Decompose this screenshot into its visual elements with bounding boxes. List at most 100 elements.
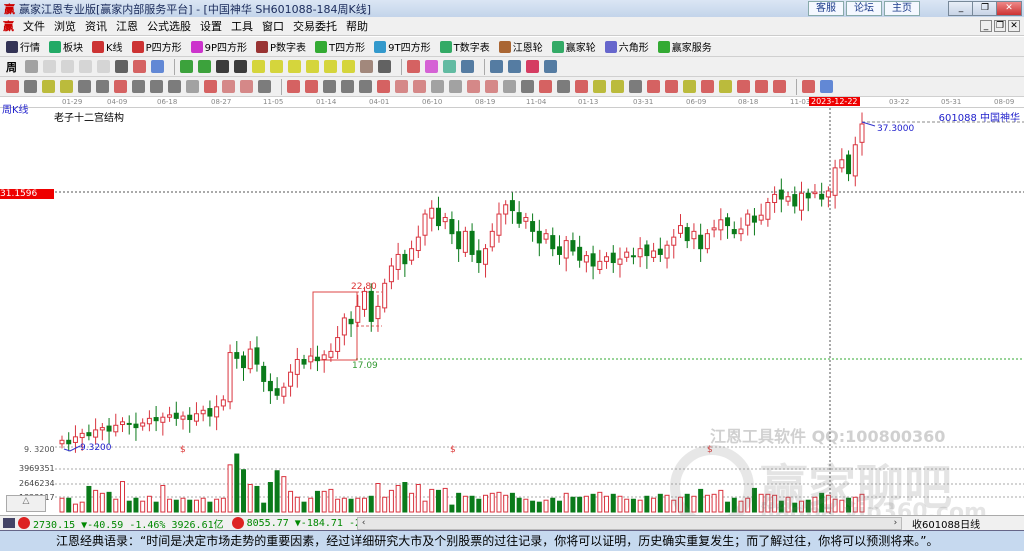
tool-icon[interactable] xyxy=(407,60,420,73)
tool-icon[interactable] xyxy=(557,80,570,93)
tool-icon[interactable] xyxy=(342,60,355,73)
menu-item[interactable]: 江恩 xyxy=(116,18,138,34)
toolbar-button[interactable]: 赢家轮 xyxy=(551,39,596,54)
toolbar-button[interactable]: 六角形 xyxy=(604,39,649,54)
toolbar-button[interactable]: 行情 xyxy=(6,39,40,54)
tool-icon[interactable] xyxy=(341,80,354,93)
tool-icon[interactable] xyxy=(485,80,498,93)
kline-chart[interactable]: 周K线 老子十二宫结构 601088 中国神华 31.1596 37.3000 … xyxy=(0,105,1024,529)
menu-item[interactable]: 工具 xyxy=(231,18,253,34)
tool-icon[interactable] xyxy=(270,60,283,73)
forum-button[interactable]: 论坛 xyxy=(846,1,882,16)
tool-icon[interactable] xyxy=(508,60,521,73)
tool-icon[interactable] xyxy=(234,60,247,73)
tool-icon[interactable] xyxy=(665,80,678,93)
tool-icon[interactable] xyxy=(168,80,181,93)
tool-icon[interactable] xyxy=(24,80,37,93)
tool-icon[interactable] xyxy=(186,80,199,93)
tool-icon[interactable] xyxy=(323,80,336,93)
daily-line-link[interactable]: 收601088日线 xyxy=(912,516,980,531)
menu-item[interactable]: 帮助 xyxy=(346,18,368,34)
tool-icon[interactable] xyxy=(425,60,438,73)
tool-icon[interactable] xyxy=(61,60,74,73)
tool-icon[interactable] xyxy=(222,80,235,93)
tool-icon[interactable] xyxy=(79,60,92,73)
tool-icon[interactable] xyxy=(378,60,391,73)
menu-item[interactable]: 窗口 xyxy=(262,18,284,34)
tool-icon[interactable] xyxy=(216,60,229,73)
tool-icon[interactable] xyxy=(629,80,642,93)
toolbar-button[interactable]: 9P四方形 xyxy=(190,39,247,54)
tool-icon[interactable] xyxy=(443,60,456,73)
tool-icon[interactable] xyxy=(719,80,732,93)
tool-icon[interactable] xyxy=(60,80,73,93)
tool-icon[interactable] xyxy=(42,80,55,93)
tool-icon[interactable] xyxy=(115,60,128,73)
homepage-button[interactable]: 主页 xyxy=(884,1,920,16)
tool-icon[interactable] xyxy=(395,80,408,93)
tool-icon[interactable] xyxy=(431,80,444,93)
expand-panel-button[interactable]: △ xyxy=(6,495,46,512)
tool-icon[interactable] xyxy=(461,60,474,73)
tool-icon[interactable] xyxy=(490,60,503,73)
menu-item[interactable]: 交易委托 xyxy=(293,18,337,34)
tool-icon[interactable] xyxy=(180,60,193,73)
tool-icon[interactable] xyxy=(521,80,534,93)
menu-item[interactable]: 文件 xyxy=(23,18,45,34)
tool-icon[interactable] xyxy=(539,80,552,93)
tool-icon[interactable] xyxy=(503,80,516,93)
tool-icon[interactable] xyxy=(198,60,211,73)
tool-icon[interactable] xyxy=(96,80,109,93)
tool-icon[interactable] xyxy=(467,80,480,93)
toolbar-button[interactable]: 江恩轮 xyxy=(498,39,543,54)
tool-icon[interactable] xyxy=(133,60,146,73)
tool-icon[interactable] xyxy=(359,80,372,93)
menu-item[interactable]: 公式选股 xyxy=(147,18,191,34)
tool-icon[interactable] xyxy=(647,80,660,93)
period-select[interactable]: 周 xyxy=(6,59,17,75)
tool-icon[interactable] xyxy=(258,80,271,93)
tool-icon[interactable] xyxy=(288,60,301,73)
restore-button[interactable]: ❐ xyxy=(972,1,998,16)
menu-item[interactable]: 设置 xyxy=(200,18,222,34)
tool-icon[interactable] xyxy=(737,80,750,93)
menu-item[interactable]: 浏览 xyxy=(54,18,76,34)
menu-item[interactable]: 资讯 xyxy=(85,18,107,34)
customer-service-button[interactable]: 客服 xyxy=(808,1,844,16)
tool-icon[interactable] xyxy=(306,60,319,73)
tool-icon[interactable] xyxy=(287,80,300,93)
tool-icon[interactable] xyxy=(114,80,127,93)
close-button[interactable]: ✕ xyxy=(996,1,1022,16)
tool-icon[interactable] xyxy=(305,80,318,93)
tool-icon[interactable] xyxy=(324,60,337,73)
tool-icon[interactable] xyxy=(611,80,624,93)
calculator-icon[interactable] xyxy=(3,518,15,528)
toolbar-button[interactable]: 9T四方形 xyxy=(374,39,431,54)
tool-icon[interactable] xyxy=(151,60,164,73)
tool-icon[interactable] xyxy=(97,60,110,73)
tool-icon[interactable] xyxy=(360,60,373,73)
tool-icon[interactable] xyxy=(150,80,163,93)
tool-icon[interactable] xyxy=(755,80,768,93)
tool-icon[interactable] xyxy=(701,80,714,93)
minimize-button[interactable]: _ xyxy=(948,1,974,16)
tool-icon[interactable] xyxy=(526,60,539,73)
tool-icon[interactable] xyxy=(78,80,91,93)
mdi-minimize-button[interactable]: _ xyxy=(980,20,992,32)
tool-icon[interactable] xyxy=(25,60,38,73)
tool-icon[interactable] xyxy=(449,80,462,93)
mdi-restore-button[interactable]: ❐ xyxy=(994,20,1006,32)
toolbar-button[interactable]: P四方形 xyxy=(131,39,182,54)
tool-icon[interactable] xyxy=(820,80,833,93)
tool-icon[interactable] xyxy=(240,80,253,93)
tool-icon[interactable] xyxy=(413,80,426,93)
tool-icon[interactable] xyxy=(132,80,145,93)
tool-icon[interactable] xyxy=(683,80,696,93)
toolbar-button[interactable]: P数字表 xyxy=(256,39,306,54)
tool-icon[interactable] xyxy=(377,80,390,93)
toolbar-button[interactable]: 板块 xyxy=(49,39,83,54)
toolbar-button[interactable]: T数字表 xyxy=(439,39,490,54)
tool-icon[interactable] xyxy=(575,80,588,93)
tool-icon[interactable] xyxy=(43,60,56,73)
tool-icon[interactable] xyxy=(204,80,217,93)
